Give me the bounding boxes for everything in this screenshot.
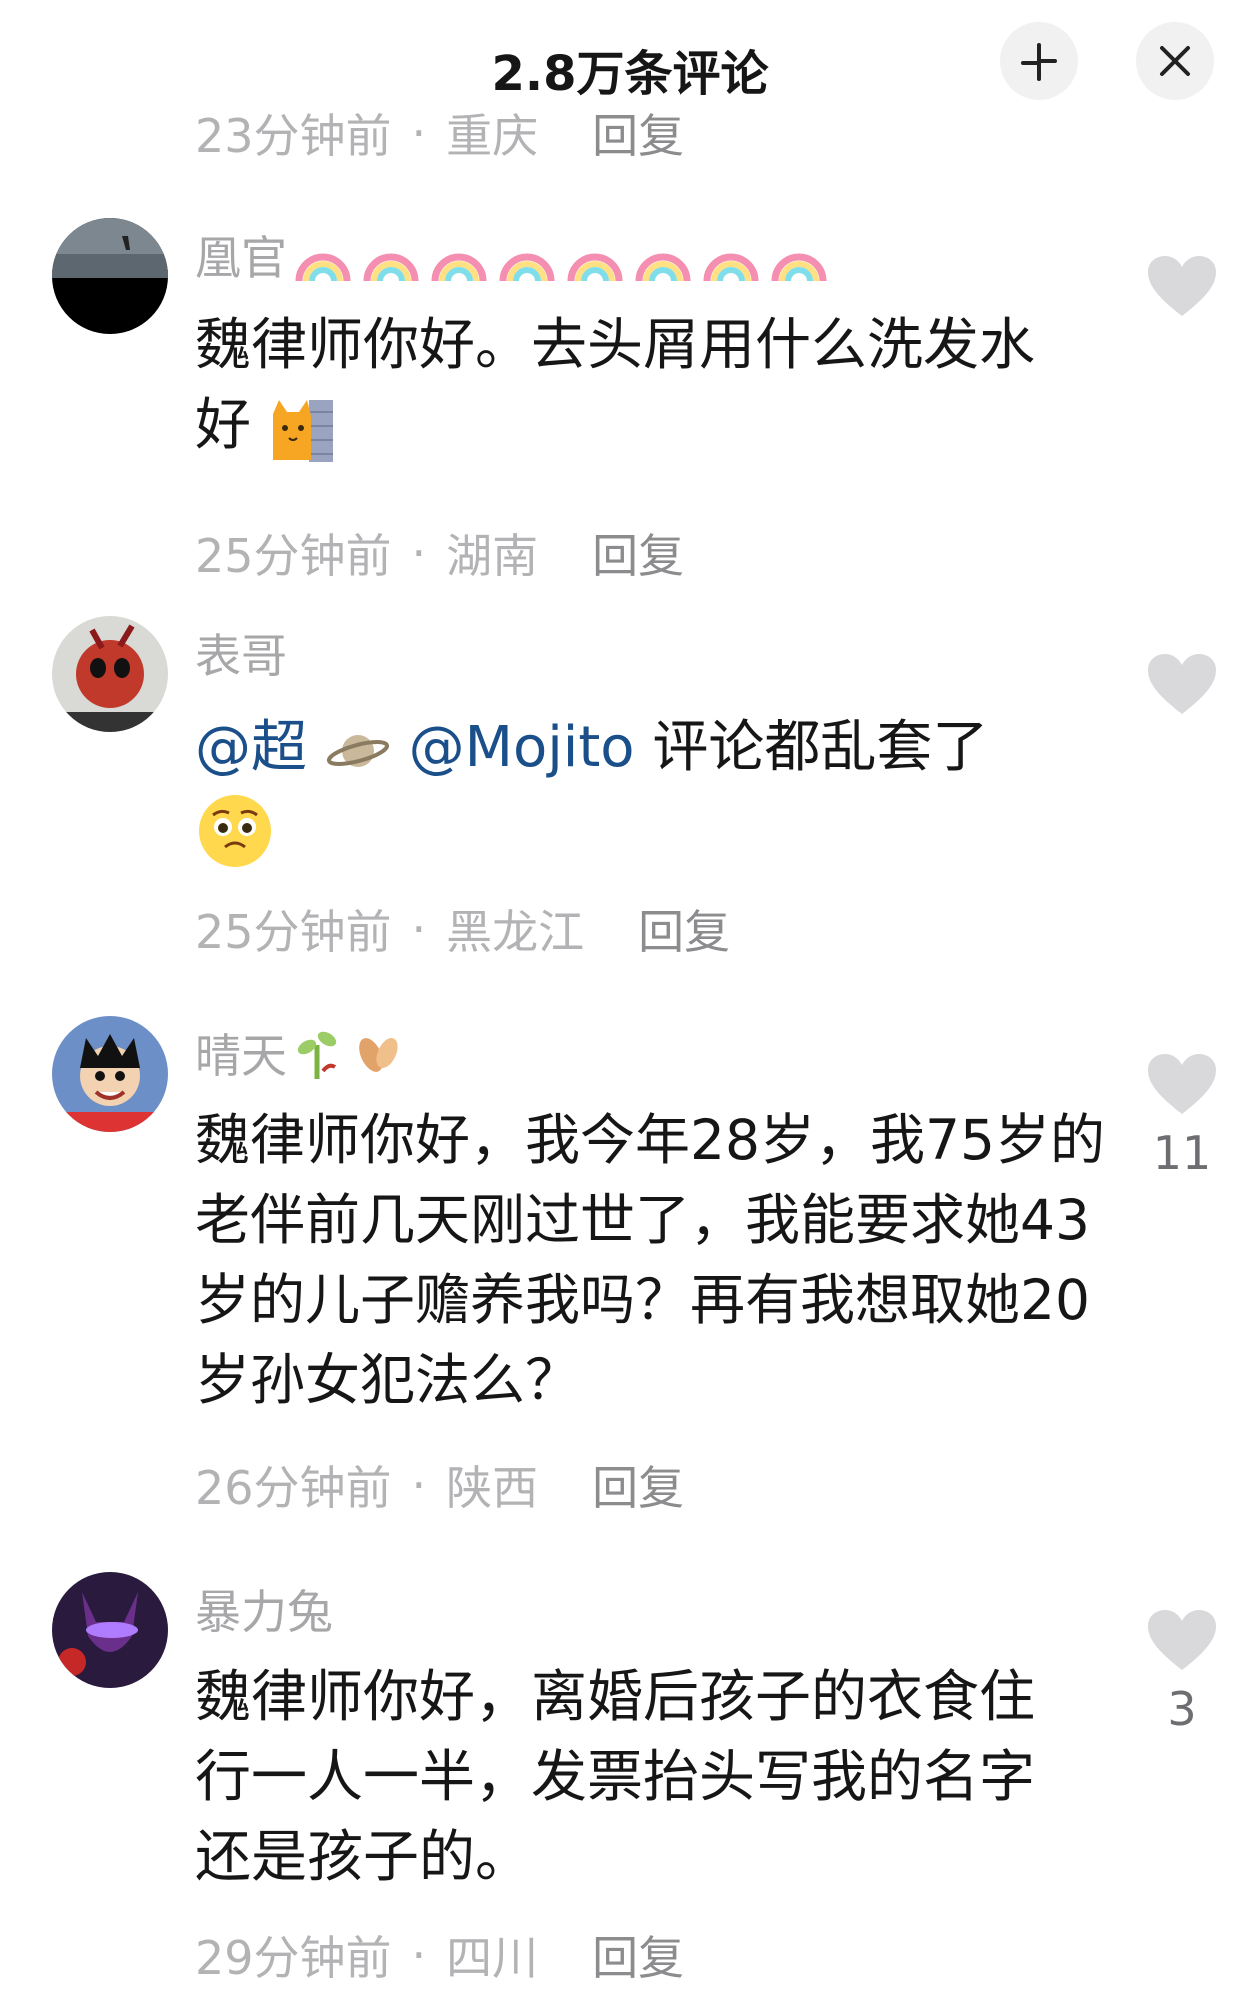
planet-emoji bbox=[326, 734, 389, 767]
leaves-emoji bbox=[359, 1038, 398, 1072]
comments-panel: 2.8万条评论 23分钟前 · 重庆 回复 凰官 魏律师你好。去头屑用什么洗发水… bbox=[0, 0, 1260, 2014]
like-count: 11 bbox=[1152, 1126, 1212, 1180]
close-button[interactable] bbox=[1136, 22, 1214, 100]
reply-button[interactable]: 回复 bbox=[592, 100, 684, 166]
comment-location: 陕西 bbox=[446, 1461, 539, 1515]
meta-separator: · bbox=[411, 106, 427, 160]
rainbow-emoji bbox=[703, 253, 759, 282]
avatar[interactable] bbox=[52, 1572, 168, 1688]
like-heart-icon[interactable] bbox=[1146, 1052, 1218, 1116]
rainbow-emoji bbox=[363, 253, 419, 282]
comment-location: 黑龙江 bbox=[446, 905, 585, 959]
comment-text: 魏律师你好，离婚后孩子的衣食住行一人一半，发票抬头写我的名字还是孩子的。 bbox=[195, 1665, 1035, 1890]
username-emoji-row bbox=[293, 227, 829, 283]
avatar[interactable] bbox=[52, 616, 168, 732]
comment-meta-row: 29分钟前 · 四川 回复 bbox=[195, 1922, 684, 1988]
rainbow-emoji bbox=[431, 253, 487, 282]
meta-separator: · bbox=[411, 526, 427, 580]
comment-text: 魏律师你好，我今年28岁，我75岁的老伴前几天刚过世了，我能要求她43岁的儿子赡… bbox=[195, 1108, 1105, 1412]
username[interactable]: 凰官 bbox=[195, 222, 829, 288]
comment-time: 26分钟前 bbox=[195, 1461, 392, 1515]
reply-button[interactable]: 回复 bbox=[638, 896, 730, 962]
pleading-face-emoji bbox=[199, 794, 271, 867]
sprout-emoji bbox=[297, 1031, 337, 1079]
meta-separator: · bbox=[411, 1928, 427, 1982]
reply-button[interactable]: 回复 bbox=[592, 1452, 684, 1518]
collapse-icon bbox=[1021, 43, 1057, 81]
comment-text: @超 @Mojito 评论都乱套了 bbox=[195, 708, 1075, 871]
reply-button[interactable]: 回复 bbox=[592, 520, 684, 586]
rainbow-emoji bbox=[295, 253, 351, 282]
comment-meta-row: 25分钟前 · 湖南 回复 bbox=[195, 520, 684, 586]
comment-location: 四川 bbox=[446, 1931, 539, 1985]
comment-time: 25分钟前 bbox=[195, 529, 392, 583]
like-heart-icon[interactable] bbox=[1146, 1608, 1218, 1672]
comment-time: 23分钟前 bbox=[195, 109, 392, 163]
comment-meta-row: 25分钟前 · 黑龙江 回复 bbox=[195, 896, 730, 962]
comment-time: 25分钟前 bbox=[195, 905, 392, 959]
comment-meta-row: 23分钟前 · 重庆 回复 bbox=[195, 100, 684, 166]
meta-separator: · bbox=[411, 1458, 427, 1512]
like-heart-icon[interactable] bbox=[1146, 652, 1218, 716]
mention-link[interactable]: @超 bbox=[195, 715, 307, 780]
rainbow-emoji bbox=[771, 253, 827, 282]
close-icon bbox=[1160, 46, 1190, 76]
reply-button[interactable]: 回复 bbox=[592, 1922, 684, 1988]
cat-peeking-emoji bbox=[272, 399, 333, 462]
mention-link[interactable]: @Mojito bbox=[409, 715, 635, 780]
collapse-button[interactable] bbox=[1000, 22, 1078, 100]
username[interactable]: 晴天 bbox=[195, 1020, 407, 1086]
username[interactable]: 暴力兔 bbox=[195, 1576, 333, 1642]
avatar[interactable] bbox=[52, 1016, 168, 1132]
like-count: 3 bbox=[1167, 1682, 1197, 1736]
comment-location: 重庆 bbox=[446, 109, 539, 163]
comment-location: 湖南 bbox=[446, 529, 539, 583]
username-emoji-row bbox=[293, 1025, 407, 1081]
like-heart-icon[interactable] bbox=[1146, 254, 1218, 318]
username[interactable]: 表哥 bbox=[195, 620, 287, 686]
rainbow-emoji bbox=[567, 253, 623, 282]
comment-time: 29分钟前 bbox=[195, 1931, 392, 1985]
avatar[interactable] bbox=[52, 218, 168, 334]
meta-separator: · bbox=[411, 902, 427, 956]
comment-meta-row: 26分钟前 · 陕西 回复 bbox=[195, 1452, 684, 1518]
rainbow-emoji bbox=[635, 253, 691, 282]
rainbow-emoji bbox=[499, 253, 555, 282]
comment-text: 魏律师你好。去头屑用什么洗发水好 bbox=[195, 306, 1075, 466]
